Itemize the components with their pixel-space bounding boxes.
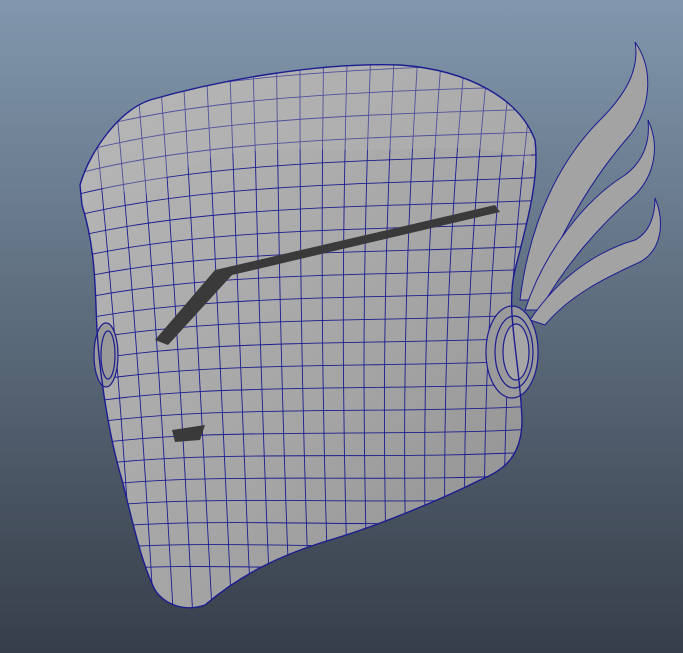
3d-viewport[interactable]: [0, 0, 683, 653]
viewport-canvas[interactable]: [0, 0, 683, 653]
